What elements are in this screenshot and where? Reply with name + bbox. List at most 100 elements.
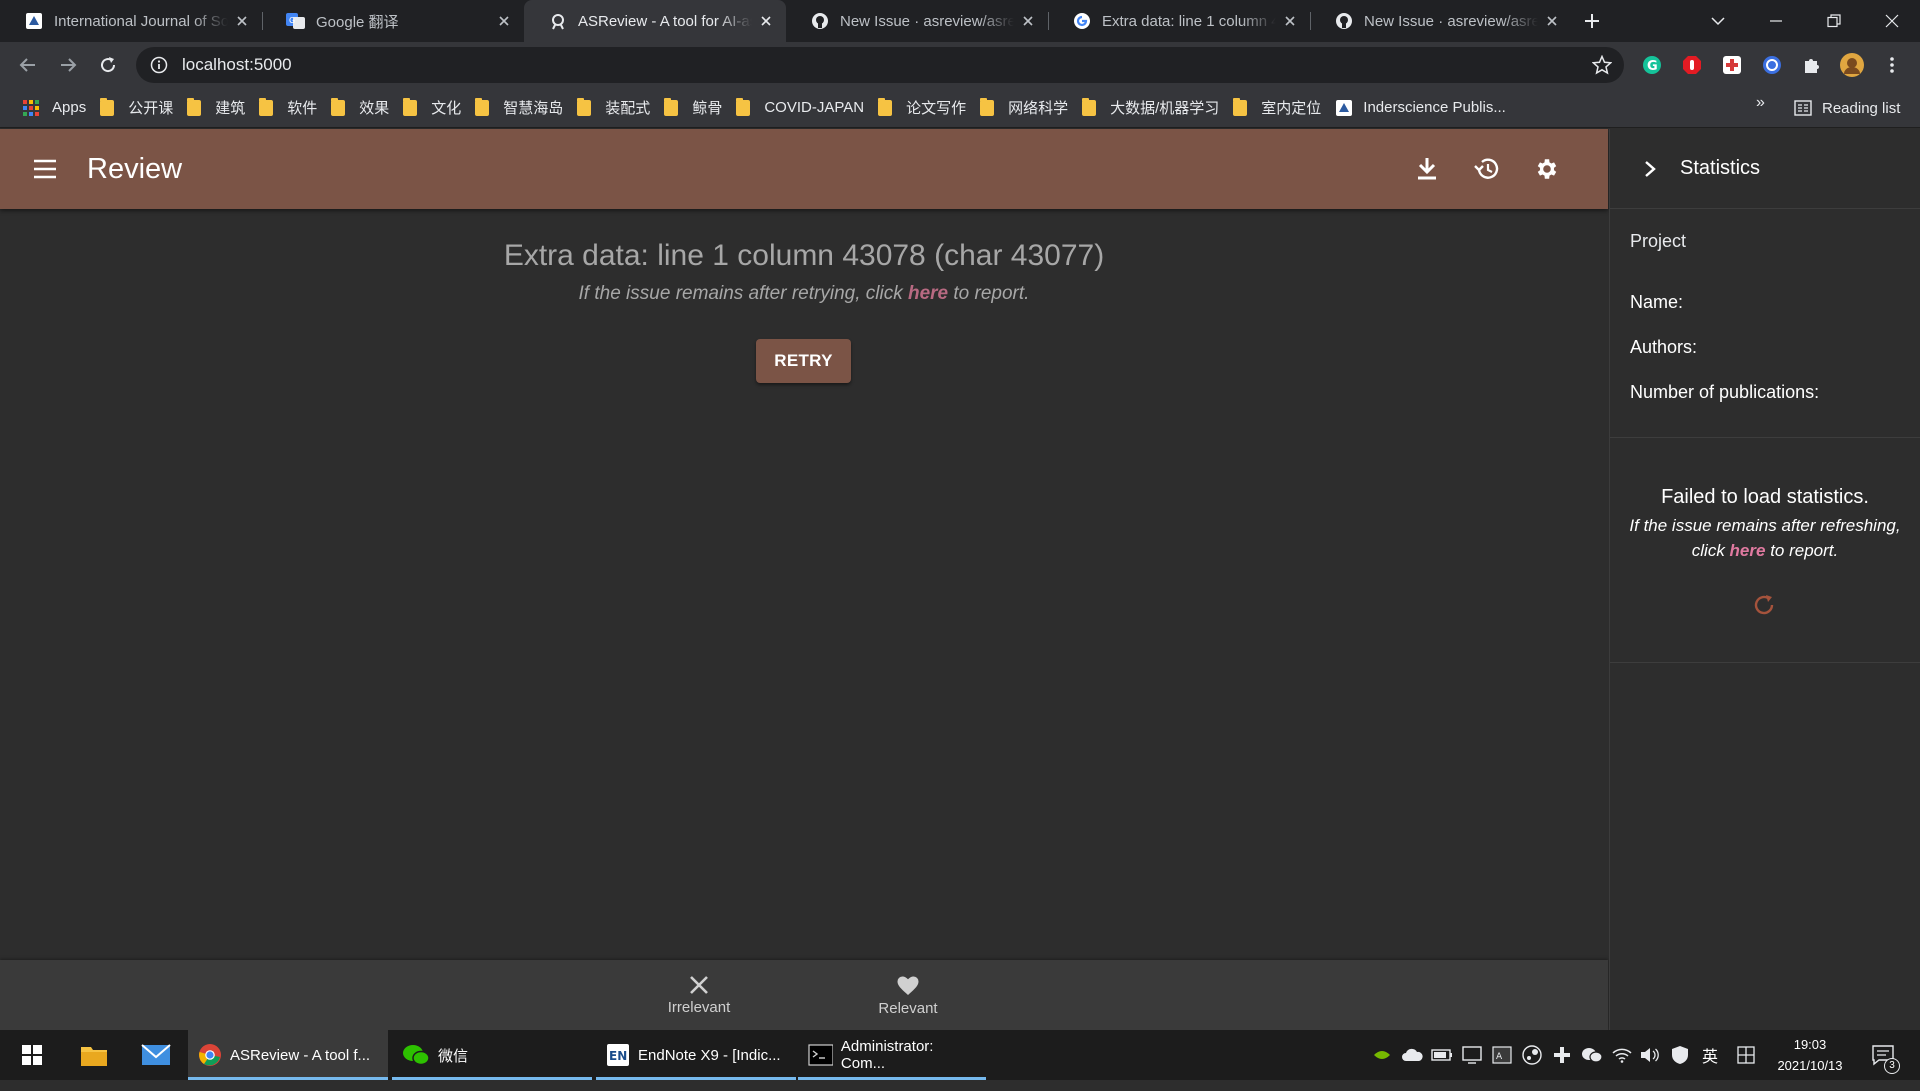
bookmark-folder[interactable]: 论文写作 bbox=[874, 94, 976, 122]
bookmark-label: 软件 bbox=[287, 100, 318, 117]
folder-icon bbox=[1233, 97, 1248, 116]
tab-title: New Issue · asreview/asrevi bbox=[1364, 12, 1538, 30]
notification-count-badge: 3 bbox=[1884, 1058, 1900, 1074]
grammarly-extension-icon[interactable]: G bbox=[1640, 53, 1664, 77]
google-favicon bbox=[1072, 11, 1092, 31]
github-favicon bbox=[1334, 11, 1354, 31]
start-button[interactable] bbox=[14, 1030, 50, 1080]
close-window-button[interactable] bbox=[1864, 0, 1920, 42]
taskbar-app-endnote[interactable]: EN EndNote X9 - [Indic... bbox=[596, 1030, 796, 1080]
battery-tray-icon[interactable] bbox=[1430, 1043, 1454, 1067]
wifi-tray-icon[interactable] bbox=[1610, 1043, 1634, 1067]
bookmark-label: 智慧海岛 bbox=[503, 100, 564, 117]
ime-mode-indicator[interactable]: 英 bbox=[1698, 1043, 1722, 1067]
bookmark-star-icon[interactable] bbox=[1592, 55, 1612, 75]
extension-cross-icon[interactable] bbox=[1720, 53, 1744, 77]
app-tray-icon[interactable]: A bbox=[1490, 1043, 1514, 1067]
ime-grid-icon[interactable] bbox=[1734, 1043, 1758, 1067]
error-message: If the issue remains after retrying, cli… bbox=[0, 283, 1608, 305]
close-icon[interactable] bbox=[234, 13, 250, 29]
refresh-icon[interactable] bbox=[1752, 593, 1778, 619]
heart-icon bbox=[897, 975, 919, 995]
windows-logo-icon bbox=[22, 1045, 42, 1065]
minimize-button[interactable] bbox=[1748, 0, 1804, 42]
bookmark-folder[interactable]: 网络科学 bbox=[976, 94, 1078, 122]
profile-avatar[interactable] bbox=[1840, 53, 1864, 77]
close-icon[interactable] bbox=[1020, 13, 1036, 29]
relevant-button[interactable]: Relevant bbox=[853, 960, 963, 1030]
bookmark-folder[interactable]: 效果 bbox=[327, 94, 399, 122]
irrelevant-button[interactable]: Irrelevant bbox=[644, 960, 754, 1030]
history-button[interactable] bbox=[1463, 145, 1511, 193]
taskbar-app-wechat[interactable]: 微信 bbox=[392, 1030, 592, 1080]
menu-button[interactable] bbox=[21, 145, 69, 193]
bookmark-label: 文化 bbox=[431, 100, 462, 117]
tab-search-button[interactable] bbox=[1690, 0, 1746, 42]
settings-button[interactable] bbox=[1523, 145, 1571, 193]
gear-icon bbox=[1537, 159, 1557, 179]
taskbar-app-cmd[interactable]: Administrator: Com... bbox=[798, 1030, 986, 1080]
bookmark-folder[interactable]: 建筑 bbox=[183, 94, 255, 122]
bookmark-folder[interactable]: 公开课 bbox=[96, 94, 183, 122]
address-bar[interactable]: localhost:5000 bbox=[136, 47, 1624, 83]
bookmark-label: 效果 bbox=[359, 100, 390, 117]
bookmark-folder[interactable]: 大数据/机器学习 bbox=[1078, 94, 1229, 122]
close-icon[interactable] bbox=[1544, 13, 1560, 29]
nvidia-tray-icon[interactable] bbox=[1370, 1043, 1394, 1067]
cross-tray-icon[interactable] bbox=[1550, 1043, 1574, 1067]
bookmark-folder[interactable]: 鲸骨 bbox=[660, 94, 732, 122]
new-tab-button[interactable] bbox=[1572, 0, 1612, 42]
project-authors-label: Authors: bbox=[1630, 337, 1698, 357]
browser-tab-4[interactable]: New Issue · asreview/asrevi bbox=[786, 0, 1048, 42]
volume-tray-icon[interactable] bbox=[1638, 1043, 1662, 1067]
info-icon[interactable] bbox=[150, 56, 168, 74]
bookmark-folder[interactable]: 文化 bbox=[399, 94, 471, 122]
collapse-statistics-button[interactable] bbox=[1630, 149, 1670, 189]
error-title: Extra data: line 1 column 43078 (char 43… bbox=[503, 239, 1105, 272]
bookmark-folder[interactable]: COVID-JAPAN bbox=[732, 94, 874, 122]
file-explorer-button[interactable] bbox=[74, 1030, 114, 1080]
reading-list-button[interactable]: Reading list bbox=[1794, 94, 1900, 122]
close-icon[interactable] bbox=[496, 13, 512, 29]
statistics-error-text: click bbox=[1691, 541, 1730, 560]
asreview-favicon bbox=[548, 11, 568, 31]
report-link[interactable]: here bbox=[1730, 541, 1766, 560]
tab-title: New Issue · asreview/asrevi bbox=[840, 12, 1014, 30]
retry-button[interactable]: RETRY bbox=[756, 339, 851, 383]
close-icon[interactable] bbox=[1282, 13, 1298, 29]
bookmark-folder[interactable]: 装配式 bbox=[573, 94, 660, 122]
browser-tab-3[interactable]: ASReview - A tool for AI-ass bbox=[524, 0, 786, 42]
browser-tab-5[interactable]: Extra data: line 1 column 4 bbox=[1048, 0, 1310, 42]
adblock-extension-icon[interactable] bbox=[1680, 53, 1704, 77]
security-shield-icon[interactable] bbox=[1668, 1043, 1692, 1067]
cloud-tray-icon[interactable] bbox=[1400, 1043, 1424, 1067]
bookmark-folder[interactable]: 软件 bbox=[255, 94, 327, 122]
statistics-error-text: to report. bbox=[1765, 541, 1839, 560]
taskbar-app-chrome[interactable]: ASReview - A tool f... bbox=[188, 1030, 388, 1080]
browser-tab-1[interactable]: International Journal of Soc bbox=[0, 0, 262, 42]
mail-button[interactable] bbox=[136, 1030, 176, 1080]
bookmark-apps[interactable]: Apps bbox=[18, 94, 96, 122]
report-link[interactable]: here bbox=[908, 283, 948, 304]
bookmark-folder[interactable]: 室内定位 bbox=[1229, 94, 1331, 122]
browser-tab-2[interactable]: G Google 翻译 bbox=[262, 0, 524, 42]
bookmark-inderscience[interactable]: Inderscience Publis... bbox=[1331, 94, 1516, 122]
extension-swirl-icon[interactable] bbox=[1760, 53, 1784, 77]
forward-button[interactable] bbox=[48, 45, 88, 85]
bookmarks-overflow-button[interactable]: » bbox=[1756, 94, 1765, 112]
extensions-puzzle-icon[interactable] bbox=[1800, 53, 1824, 77]
download-button[interactable] bbox=[1403, 145, 1451, 193]
svg-text:G: G bbox=[289, 16, 295, 25]
wechat-tray-icon[interactable] bbox=[1580, 1043, 1604, 1067]
back-button[interactable] bbox=[8, 45, 48, 85]
steam-tray-icon[interactable] bbox=[1520, 1043, 1544, 1067]
taskbar-clock[interactable]: 19:03 2021/10/13 bbox=[1760, 1034, 1860, 1076]
browser-menu-button[interactable] bbox=[1880, 53, 1904, 77]
restore-button[interactable] bbox=[1806, 0, 1862, 42]
reload-button[interactable] bbox=[88, 45, 128, 85]
project-heading: Project bbox=[1630, 231, 1687, 251]
close-icon[interactable] bbox=[758, 13, 774, 29]
screen-tray-icon[interactable] bbox=[1460, 1043, 1484, 1067]
bookmark-folder[interactable]: 智慧海岛 bbox=[471, 94, 573, 122]
browser-tab-6[interactable]: New Issue · asreview/asrevi bbox=[1310, 0, 1572, 42]
